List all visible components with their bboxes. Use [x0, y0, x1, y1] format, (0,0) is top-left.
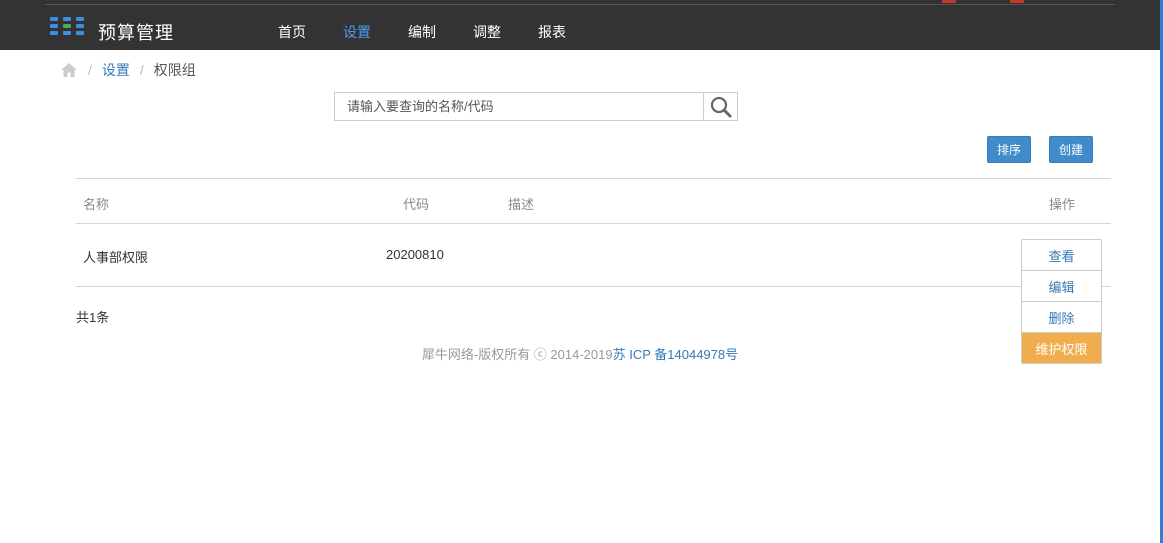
search-input[interactable]	[334, 92, 703, 121]
nav-compile[interactable]: 编制	[408, 22, 436, 42]
breadcrumb-permission-group: 权限组	[153, 62, 196, 78]
table-row-divider	[76, 286, 1111, 287]
navbar-top-divider	[45, 4, 1115, 5]
notification-marker	[1010, 0, 1024, 3]
breadcrumb: / 设置 / 权限组	[60, 60, 196, 80]
nav-home[interactable]: 首页	[278, 22, 306, 42]
search-icon	[710, 96, 732, 118]
footer: 犀牛网络-版权所有 ⓒ 2014-2019苏 ICP 备14044978号	[0, 344, 1160, 363]
delete-button[interactable]: 删除	[1022, 302, 1101, 333]
view-button[interactable]: 查看	[1022, 240, 1101, 271]
column-header-name: 名称	[83, 197, 110, 212]
create-button[interactable]: 创建	[1049, 136, 1093, 163]
breadcrumb-separator: /	[88, 62, 92, 78]
home-icon[interactable]	[60, 62, 78, 78]
nav-settings[interactable]: 设置	[343, 22, 371, 42]
notification-marker	[942, 0, 956, 3]
sort-button[interactable]: 排序	[987, 136, 1031, 163]
table-header-divider	[76, 223, 1111, 224]
nav-adjust[interactable]: 调整	[473, 22, 501, 42]
app-brand-title: 预算管理	[98, 23, 174, 43]
top-navbar: 预算管理 首页 设置 编制 调整 报表	[0, 0, 1163, 50]
footer-copyright: 犀牛网络-版权所有 ⓒ 2014-2019	[421, 347, 613, 362]
footer-icp-link[interactable]: 苏 ICP 备14044978号	[613, 347, 739, 362]
column-header-actions: 操作	[1049, 197, 1076, 212]
column-header-description: 描述	[508, 197, 535, 212]
row-code: 20200810	[386, 247, 444, 262]
edit-button[interactable]: 编辑	[1022, 271, 1101, 302]
nav-reports[interactable]: 报表	[538, 22, 566, 42]
search-button[interactable]	[703, 92, 738, 121]
app-logo-icon	[50, 17, 84, 35]
table-top-border	[76, 178, 1111, 179]
breadcrumb-separator: /	[139, 62, 144, 78]
total-count: 共1条	[76, 310, 110, 325]
column-header-code: 代码	[403, 197, 430, 212]
breadcrumb-settings[interactable]: 设置	[102, 60, 130, 80]
row-name: 人事部权限	[83, 250, 149, 265]
